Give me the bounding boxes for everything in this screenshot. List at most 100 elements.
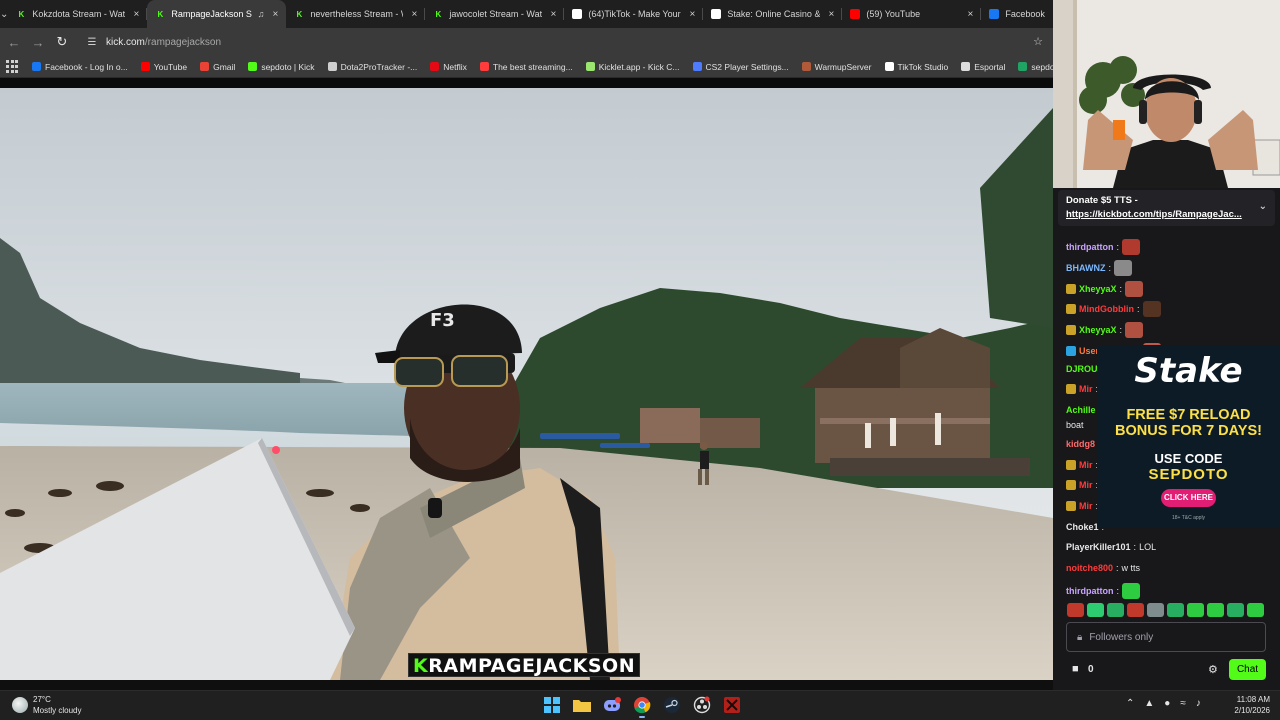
bookmark-item[interactable]: CS2 Player Settings... [692, 62, 789, 72]
bookmark-item[interactable]: sepdotes | Weig [1018, 62, 1053, 72]
chat-message[interactable]: Mir: [1066, 384, 1098, 394]
browser-tab[interactable]: Facebook× [981, 0, 1053, 28]
apps-grid-icon[interactable] [6, 59, 18, 74]
tab-search-chevron-icon[interactable]: ⌄ [0, 0, 8, 28]
chat-username[interactable]: Mir [1079, 460, 1093, 470]
quick-emote-icon[interactable] [1147, 603, 1164, 617]
wifi-icon[interactable]: ≈ [1180, 698, 1186, 709]
chat-message[interactable]: noitche800: w tts [1066, 563, 1140, 573]
browser-tab[interactable]: Stake: Online Casino & Sp × [703, 0, 843, 28]
quick-emote-icon[interactable] [1227, 603, 1244, 617]
chat-username[interactable]: thirdpatton [1066, 586, 1114, 596]
chat-username[interactable]: thirdpatton [1066, 242, 1114, 252]
chat-message[interactable]: thirdpatton: [1066, 583, 1141, 599]
gift-icon[interactable]: ■ [1072, 663, 1079, 675]
close-tab-icon[interactable]: × [270, 9, 280, 20]
quick-emote-icon[interactable] [1127, 603, 1144, 617]
ad-click-here-button[interactable]: CLICK HERE [1161, 489, 1216, 507]
close-tab-icon[interactable]: × [965, 9, 975, 20]
quick-emote-icon[interactable] [1187, 603, 1204, 617]
chat-username[interactable]: PlayerKiller101 [1066, 542, 1131, 552]
chat-message[interactable]: Achille: [1066, 405, 1101, 415]
chat-username[interactable]: boat [1066, 420, 1084, 430]
chat-username[interactable]: Mir [1079, 384, 1093, 394]
browser-tab[interactable]: Kjawocolet Stream - Watch × [425, 0, 565, 28]
weather-widget[interactable]: 27°C Mostly cloudy [12, 694, 81, 716]
microphone-icon[interactable]: ● [1164, 698, 1170, 709]
bookmark-item[interactable]: Esportal [961, 62, 1005, 72]
site-info-icon[interactable]: ☰ [86, 36, 98, 48]
windows-start-icon[interactable] [542, 694, 562, 716]
chat-message[interactable]: kiddg8: [1066, 439, 1101, 449]
bookmark-item[interactable]: WarmupServer [801, 62, 872, 72]
steam-icon[interactable] [662, 694, 682, 716]
dota-icon[interactable] [722, 694, 742, 716]
chat-username[interactable]: MindGobblin [1079, 304, 1134, 314]
chat-message[interactable]: PlayerKiller101: LOL [1066, 542, 1156, 552]
chat-message[interactable]: boat [1066, 420, 1084, 430]
chat-username[interactable]: Mir [1079, 501, 1093, 511]
chat-message[interactable]: BHAWNZ: [1066, 260, 1133, 276]
quick-emote-icon[interactable] [1087, 603, 1104, 617]
chevron-down-icon[interactable]: ⌄ [1259, 200, 1267, 214]
forward-button[interactable]: → [26, 35, 50, 50]
obs-icon[interactable] [692, 694, 712, 716]
browser-tab[interactable]: (59) YouTube × [842, 0, 982, 28]
address-bar[interactable]: ☰ kick.com/rampagejackson ☆ [80, 31, 1045, 53]
clock[interactable]: 11:08 AM 2/10/2026 [1228, 694, 1270, 716]
bookmark-item[interactable]: Facebook - Log In o... [32, 62, 128, 72]
close-tab-icon[interactable]: × [826, 9, 836, 20]
chat-username[interactable]: BHAWNZ [1066, 263, 1106, 273]
bookmark-item[interactable]: Gmail [200, 62, 235, 72]
pinned-message[interactable]: Donate $5 TTS - https://kickbot.com/tips… [1058, 190, 1275, 226]
discord-icon[interactable] [602, 694, 622, 716]
chat-username[interactable]: kiddg8 [1066, 439, 1095, 449]
close-tab-icon[interactable]: × [548, 9, 558, 20]
send-chat-button[interactable]: Chat [1229, 659, 1266, 680]
close-tab-icon[interactable]: × [131, 9, 141, 20]
quick-emote-icon[interactable] [1107, 603, 1124, 617]
stake-ad-banner[interactable]: Stake FREE $7 RELOAD BONUS FOR 7 DAYS! U… [1097, 345, 1280, 528]
browser-tab[interactable]: K Kokzdota Stream - Watch × [8, 0, 148, 28]
bookmark-item[interactable]: sepdoto | Kick [248, 62, 315, 72]
bookmark-item[interactable]: Netflix [430, 62, 467, 72]
chat-username[interactable]: XheyyaX [1079, 284, 1117, 294]
chat-username[interactable]: Achille [1066, 405, 1096, 415]
chat-message[interactable]: Mir: [1066, 501, 1098, 511]
bookmark-item[interactable]: Kicklet.app - Kick C... [585, 62, 680, 72]
bookmark-item[interactable]: The best streaming... [479, 62, 573, 72]
quick-emote-icon[interactable] [1067, 603, 1084, 617]
quick-emote-icon[interactable] [1167, 603, 1184, 617]
chat-input[interactable]: 🔒︎ Followers only [1066, 622, 1266, 652]
network-icon[interactable]: ▲ [1144, 698, 1154, 709]
volume-icon[interactable]: ♪ [1196, 698, 1201, 709]
reload-button[interactable]: ↻ [50, 34, 74, 50]
chevron-up-icon[interactable]: ⌃ [1126, 698, 1134, 709]
chat-message[interactable]: XheyyaX: [1066, 281, 1144, 297]
speaker-icon[interactable]: ♫ [258, 9, 265, 19]
bookmark-star-icon[interactable]: ☆ [1033, 35, 1043, 48]
quick-emote-icon[interactable] [1207, 603, 1224, 617]
pinned-link[interactable]: https://kickbot.com/tips/RampageJac... [1066, 208, 1253, 222]
bookmark-item[interactable]: TikTok Studio [884, 62, 948, 72]
close-tab-icon[interactable]: × [687, 9, 697, 20]
chat-message[interactable]: Mir: [1066, 480, 1098, 490]
chat-message[interactable]: XheyyaX: [1066, 322, 1144, 338]
bookmark-item[interactable]: YouTube [140, 62, 187, 72]
chat-message[interactable]: Mir: [1066, 460, 1098, 470]
chat-username[interactable]: DJROU [1066, 364, 1098, 374]
close-tab-icon[interactable]: × [409, 9, 419, 20]
browser-tab[interactable]: K RampageJackson Stre ♫ × [147, 0, 287, 28]
chrome-icon[interactable] [632, 694, 652, 718]
browser-tab[interactable]: (64)TikTok - Make Your D × [564, 0, 704, 28]
chat-username[interactable]: noitche800 [1066, 563, 1113, 573]
quick-emote-icon[interactable] [1247, 603, 1264, 617]
chat-message[interactable]: thirdpatton: [1066, 239, 1141, 255]
chat-username[interactable]: Choke1 [1066, 522, 1099, 532]
chat-message[interactable]: MindGobblin: [1066, 301, 1161, 317]
bookmark-item[interactable]: Dota2ProTracker -... [327, 62, 417, 72]
chat-username[interactable]: XheyyaX [1079, 325, 1117, 335]
chat-username[interactable]: Mir [1079, 480, 1093, 490]
back-button[interactable]: ← [2, 35, 26, 50]
file-explorer-icon[interactable] [572, 694, 592, 716]
